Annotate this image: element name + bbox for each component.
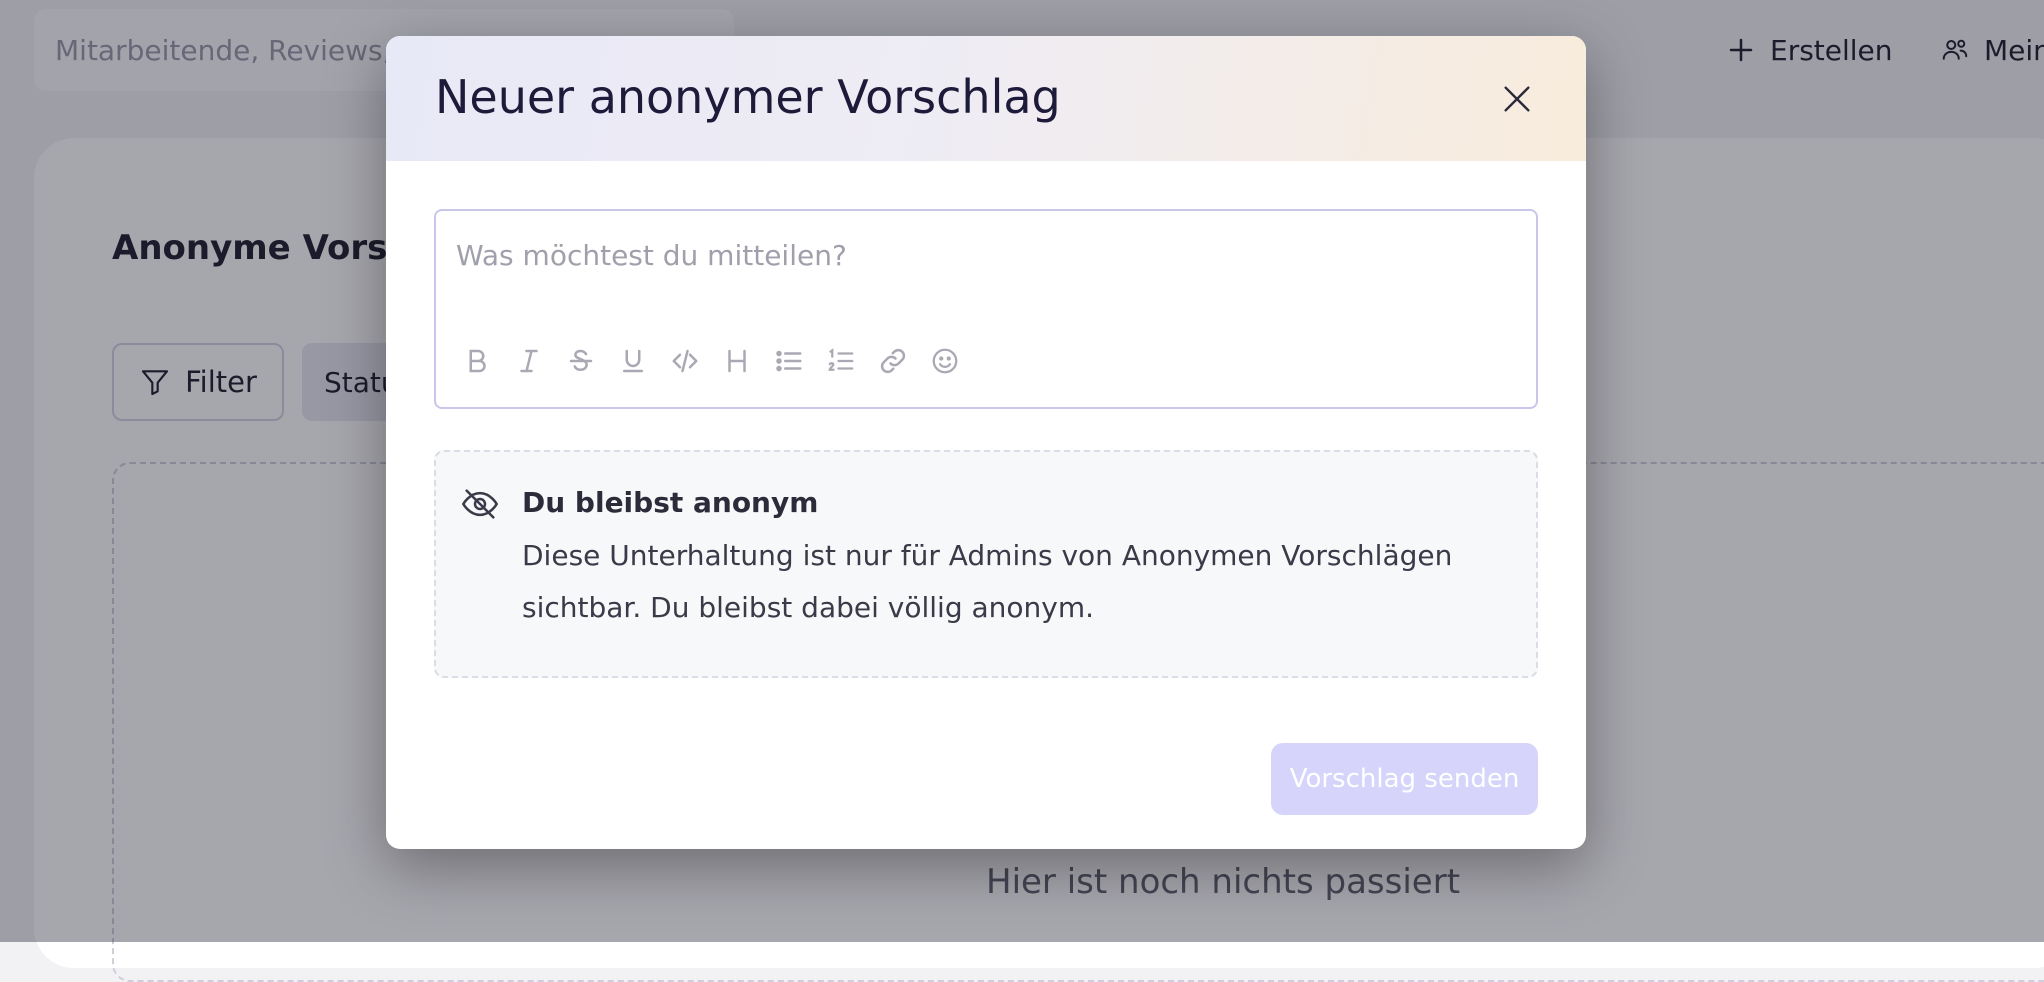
strikethrough-icon[interactable] <box>564 344 598 378</box>
bullet-list-icon[interactable] <box>772 344 806 378</box>
suggestion-input[interactable] <box>456 225 1516 285</box>
link-icon[interactable] <box>876 344 910 378</box>
editor-toolbar <box>460 341 980 381</box>
emoji-icon[interactable] <box>928 344 962 378</box>
eye-off-icon <box>461 489 499 519</box>
bold-icon[interactable] <box>460 344 494 378</box>
underline-icon[interactable] <box>616 344 650 378</box>
notice-text: Diese Unterhaltung ist nur für Admins vo… <box>522 539 1453 624</box>
suggestion-editor[interactable] <box>434 209 1538 409</box>
heading-icon[interactable] <box>720 344 754 378</box>
code-icon[interactable] <box>668 344 702 378</box>
italic-icon[interactable] <box>512 344 546 378</box>
close-button[interactable] <box>1492 74 1542 124</box>
close-icon <box>1504 86 1530 112</box>
numbered-list-icon[interactable] <box>824 344 858 378</box>
dialog-title: Neuer anonymer Vorschlag <box>435 70 1061 124</box>
new-anonymous-suggestion-dialog: Neuer anonymer Vorschlag Was möchtest du… <box>386 36 1586 849</box>
dialog-header: Neuer anonymer Vorschlag <box>386 36 1586 161</box>
send-suggestion-button[interactable]: Vorschlag senden <box>1271 743 1538 815</box>
notice-title: Du bleibst anonym <box>522 486 819 519</box>
anonymity-notice: Du bleibst anonym Diese Unterhaltung ist… <box>434 450 1538 678</box>
